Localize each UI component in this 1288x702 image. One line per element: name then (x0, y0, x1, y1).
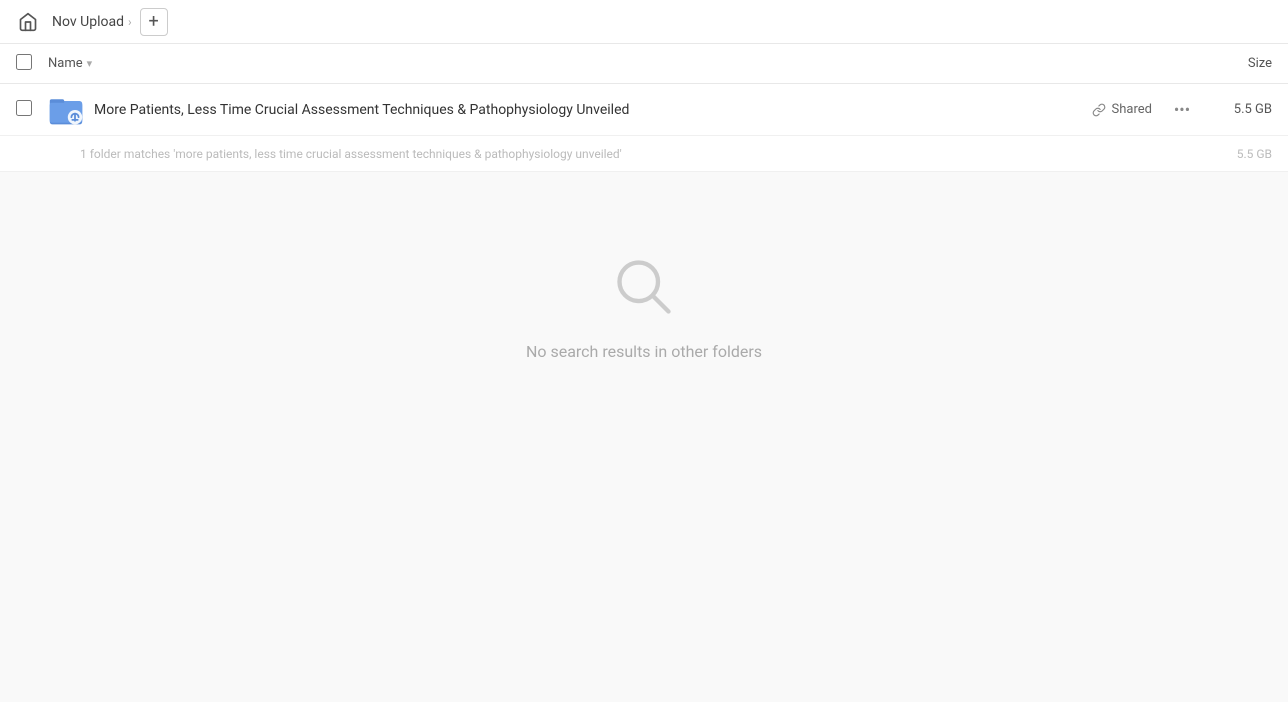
name-column-header[interactable]: Name ▾ (48, 56, 1192, 71)
shared-badge: Shared (1092, 102, 1152, 117)
more-options-button[interactable]: ••• (1168, 96, 1196, 124)
summary-text: 1 folder matches 'more patients, less ti… (80, 147, 1212, 161)
file-size: 5.5 GB (1212, 102, 1272, 117)
breadcrumb-nov-upload[interactable]: Nov Upload › (52, 14, 132, 30)
summary-size: 5.5 GB (1212, 147, 1272, 161)
select-all-input[interactable] (16, 54, 32, 70)
column-header: Name ▾ Size (0, 44, 1288, 84)
breadcrumb-label: Nov Upload (52, 14, 124, 30)
name-column-label: Name (48, 56, 83, 71)
link-icon (1092, 103, 1106, 117)
empty-state: No search results in other folders (0, 172, 1288, 401)
sort-icon: ▾ (87, 57, 93, 70)
select-all-checkbox[interactable] (16, 54, 40, 74)
file-name: More Patients, Less Time Crucial Assessm… (94, 102, 1092, 118)
file-checkbox-input[interactable] (16, 100, 32, 116)
file-row[interactable]: More Patients, Less Time Crucial Assessm… (0, 84, 1288, 136)
more-icon: ••• (1174, 100, 1190, 119)
home-button[interactable] (12, 6, 44, 38)
top-bar: Nov Upload › + (0, 0, 1288, 44)
breadcrumb-arrow: › (128, 15, 132, 29)
empty-state-message: No search results in other folders (526, 342, 762, 361)
shared-label: Shared (1112, 102, 1152, 117)
folder-icon (48, 92, 84, 128)
size-column-header: Size (1192, 56, 1272, 71)
size-column-label: Size (1248, 56, 1272, 71)
no-results-icon (609, 252, 679, 326)
add-button[interactable]: + (140, 8, 168, 36)
summary-row: 1 folder matches 'more patients, less ti… (0, 136, 1288, 172)
file-checkbox[interactable] (16, 100, 40, 120)
